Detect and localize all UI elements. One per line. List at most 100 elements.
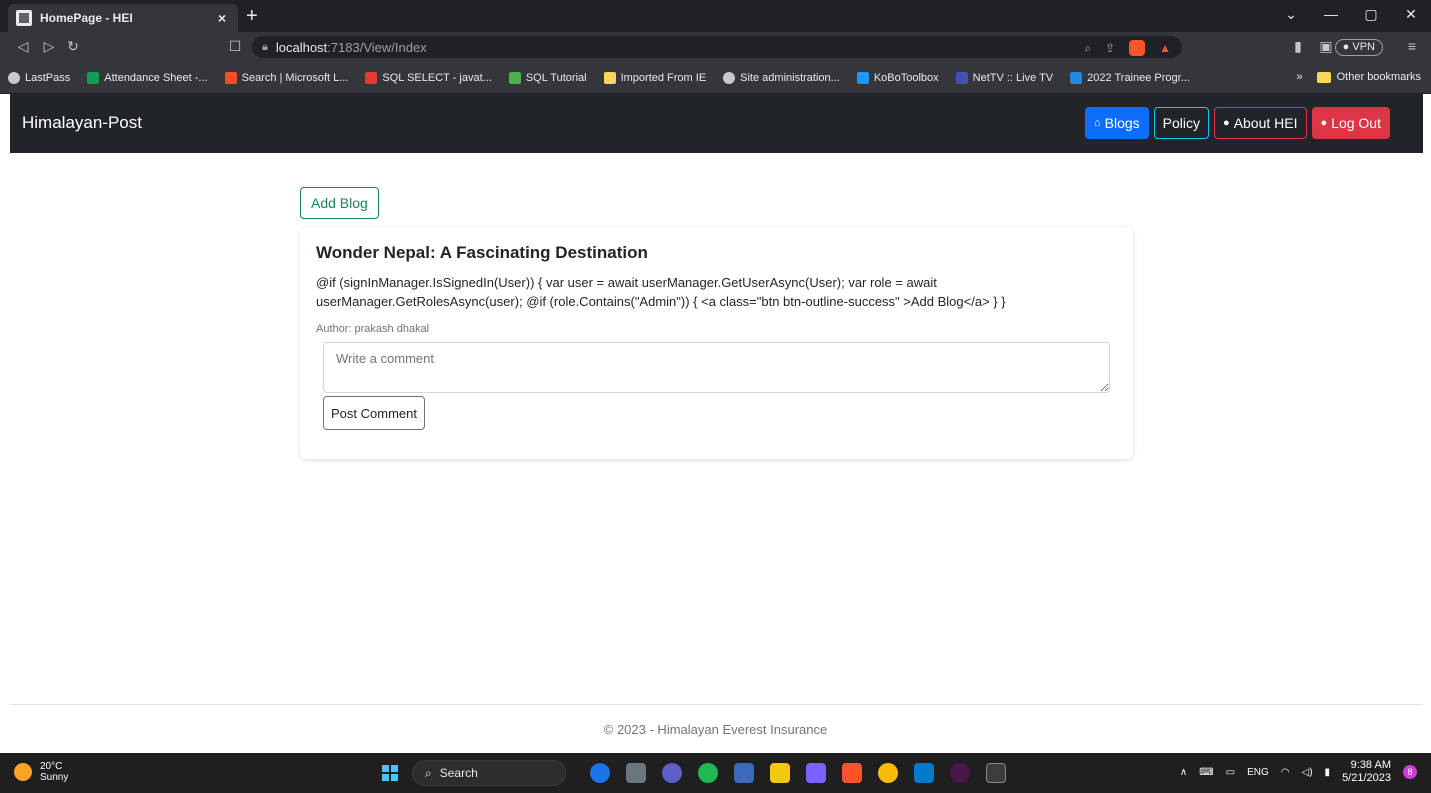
show-hidden-icons-icon[interactable]: ∧ (1180, 767, 1187, 778)
bookmark-label: 2022 Trainee Progr... (1087, 71, 1190, 84)
address-bar-actions: ⌕ ⇪ ▲ (1084, 40, 1171, 56)
browser-tab-bar: HomePage - HEI × + ⌄ — ▢ ✕ (0, 0, 1431, 32)
bookmark-label: Site administration... (740, 71, 840, 84)
spotify-icon[interactable] (698, 763, 718, 783)
wifi-icon[interactable]: ◠ (1281, 767, 1290, 778)
volume-icon[interactable]: ◁) (1302, 767, 1313, 778)
about-hei-button[interactable]: ● About HEI (1214, 107, 1307, 139)
close-tab-icon[interactable]: × (214, 10, 230, 26)
weather-condition: Sunny (40, 772, 69, 783)
bookmark-icon (365, 71, 378, 84)
visual-studio-icon[interactable] (806, 763, 826, 783)
bookmark-icon (723, 71, 736, 84)
reload-icon[interactable]: ↻ (64, 38, 82, 55)
postgres-icon[interactable] (734, 763, 754, 783)
bookmarks-bar: LastPass Attendance Sheet -... Search | … (0, 62, 1431, 94)
bookmark-item[interactable]: Attendance Sheet -... (87, 71, 208, 84)
policy-button[interactable]: Policy (1153, 107, 1210, 139)
browser-tab[interactable]: HomePage - HEI × (8, 4, 238, 32)
bookmark-item[interactable]: SQL SELECT - javat... (365, 71, 492, 84)
clock-date: 5/21/2023 (1342, 772, 1391, 784)
window-controls: ⌄ — ▢ ✕ (1271, 6, 1431, 23)
slack-icon[interactable] (950, 763, 970, 783)
windows-taskbar: 20°C Sunny ⌕ Search ∧ ⌨ ▭ ENG ◠ ◁) ▮ 9:3… (0, 753, 1431, 793)
clock[interactable]: 9:38 AM 5/21/2023 (1342, 759, 1391, 785)
sun-icon (14, 763, 32, 781)
user-icon: ● (1320, 117, 1328, 129)
brave-icon[interactable] (842, 763, 862, 783)
bookmark-item[interactable]: NetTV :: Live TV (955, 71, 1053, 84)
terminal-icon[interactable] (986, 763, 1006, 783)
chrome-icon[interactable] (878, 763, 898, 783)
navbar-buttons: ⌂ Blogs Policy ● About HEI ● Log Out (1084, 107, 1390, 139)
bookmarks-overflow: » Other bookmarks (1297, 71, 1422, 83)
minimize-icon[interactable]: — (1311, 6, 1351, 23)
windows-start-icon[interactable] (382, 765, 398, 781)
new-tab-icon[interactable]: + (246, 4, 258, 28)
policy-label: Policy (1162, 115, 1201, 131)
brave-shields-icon[interactable] (1129, 40, 1146, 56)
zoom-icon[interactable]: ⌕ (1084, 41, 1091, 56)
bookmark-label: LastPass (25, 71, 71, 84)
keyboard-icon[interactable]: ⌨ (1199, 767, 1213, 778)
bookmark-label: Attendance Sheet -... (104, 71, 208, 84)
user-icon: ● (1223, 117, 1230, 129)
taskbar-search[interactable]: ⌕ Search (412, 760, 566, 786)
tab-search-icon[interactable]: ⌄ (1271, 6, 1311, 23)
weather-widget[interactable]: 20°C Sunny (14, 761, 68, 783)
bookmark-label: Imported From IE (620, 71, 707, 84)
vpn-button[interactable]: ● VPN (1334, 39, 1383, 56)
bookmark-label: SQL Tutorial (525, 71, 587, 84)
blogs-button[interactable]: ⌂ Blogs (1084, 107, 1149, 139)
url-host: localhost (275, 39, 328, 55)
home-icon: ⌂ (1093, 117, 1101, 129)
page-favicon-icon (16, 10, 32, 26)
address-bar[interactable]: 🔒︎ localhost:7183/View/Index (252, 36, 1182, 58)
display-icon[interactable]: ▭ (1226, 767, 1235, 778)
bookmark-item[interactable]: SQL Tutorial (508, 71, 587, 84)
logout-button[interactable]: ● Log Out (1311, 107, 1390, 139)
post-comment-button[interactable]: Post Comment (323, 396, 425, 430)
bookmark-icon (508, 71, 521, 84)
site-navbar: Himalayan-Post ⌂ Blogs Policy ● About HE… (10, 94, 1423, 153)
notification-badge[interactable]: 8 (1403, 765, 1417, 779)
more-bookmarks-icon[interactable]: » (1297, 71, 1303, 83)
menu-icon[interactable]: ≡ (1403, 38, 1421, 54)
add-blog-button[interactable]: Add Blog (300, 187, 379, 219)
bookmark-label: SQL SELECT - javat... (382, 71, 492, 84)
post-title: Wonder Nepal: A Fascinating Destination (316, 243, 648, 262)
bookmark-icon (8, 71, 20, 84)
sidebar-icon[interactable]: ▮ (1289, 38, 1307, 55)
bookmark-label: Search | Microsoft L... (241, 71, 349, 84)
bookmark-item[interactable]: Search | Microsoft L... (224, 71, 349, 84)
bing-icon[interactable] (590, 763, 610, 783)
bookmark-item[interactable]: Site administration... (723, 71, 840, 84)
bookmark-item[interactable]: KoBoToolbox (856, 71, 939, 84)
file-explorer-icon[interactable] (626, 763, 646, 783)
vscode-icon[interactable] (914, 763, 934, 783)
url-path: :7183/View/Index (327, 39, 427, 55)
taskbar-apps (590, 763, 1006, 783)
battery-icon[interactable]: ▮ (1325, 767, 1331, 778)
bookmark-item[interactable]: Imported From IE (603, 71, 707, 84)
share-icon[interactable]: ⇪ (1105, 41, 1115, 55)
bookmark-icon[interactable]: ☐ (226, 38, 244, 55)
sticky-notes-icon[interactable] (770, 763, 790, 783)
wallet-icon[interactable]: ▣ (1317, 38, 1335, 55)
brave-rewards-icon[interactable]: ▲ (1159, 41, 1171, 55)
bookmark-item[interactable]: LastPass (8, 71, 71, 84)
bookmark-item[interactable]: 2022 Trainee Progr... (1070, 71, 1190, 84)
back-icon[interactable]: ◁ (14, 38, 32, 55)
language-indicator[interactable]: ENG (1247, 767, 1269, 778)
search-label: Search (439, 766, 478, 780)
bookmark-icon (856, 71, 869, 84)
other-bookmarks-button[interactable]: Other bookmarks (1337, 71, 1421, 83)
maximize-icon[interactable]: ▢ (1351, 6, 1391, 23)
site-brand-link[interactable]: Himalayan-Post (22, 113, 142, 133)
close-window-icon[interactable]: ✕ (1391, 6, 1431, 23)
teams-icon[interactable] (662, 763, 682, 783)
system-tray: ∧ ⌨ ▭ ENG ◠ ◁) ▮ 9:38 AM 5/21/2023 8 (1180, 759, 1417, 785)
comment-input[interactable] (323, 342, 1110, 393)
forward-icon[interactable]: ▷ (40, 38, 58, 55)
post-body: @if (signInManager.IsSignedIn(User)) { v… (316, 275, 1006, 309)
